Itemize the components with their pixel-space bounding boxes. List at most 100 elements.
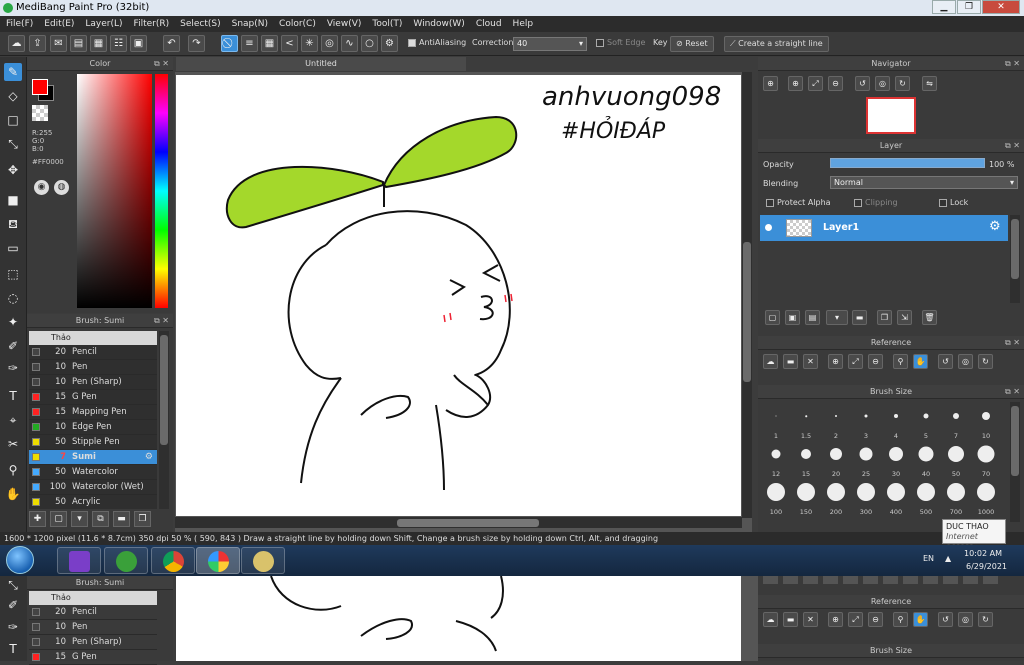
soft-edge-checkbox[interactable] (596, 38, 604, 47)
zoom-out-icon[interactable]: ⊖ (868, 612, 883, 627)
brush-size-option[interactable]: 30 (881, 440, 911, 478)
add-layer-menu-icon[interactable]: ▾ (826, 310, 848, 325)
brush-size-option[interactable]: 1000 (971, 478, 1001, 516)
operation-tool-icon[interactable]: ⌖ (4, 411, 22, 429)
fill-rect-tool-icon[interactable]: ■ (4, 191, 22, 209)
snap-grid-icon[interactable]: ▦ (261, 35, 278, 52)
gear-icon[interactable]: ⚙ (145, 452, 153, 462)
new-file-icon[interactable]: ▤ (70, 35, 87, 52)
brush-size-option[interactable]: 4 (881, 402, 911, 440)
taskbar-chrome[interactable] (151, 547, 195, 574)
copy-brush-icon[interactable]: ⧉ (92, 511, 109, 527)
scroll-thumb[interactable] (160, 335, 168, 445)
hand-icon[interactable]: ✋ (913, 354, 928, 369)
line-tool-icon[interactable]: ⤡ (4, 576, 22, 594)
brush-tool-icon[interactable]: ✎ (4, 63, 22, 81)
new-layer-icon[interactable]: ▢ (765, 310, 780, 325)
snap-perspective-icon[interactable]: < (281, 35, 298, 52)
language-indicator[interactable]: EN (923, 554, 934, 563)
menu-help[interactable]: Help (513, 16, 534, 32)
scroll-thumb[interactable] (397, 519, 539, 527)
brush-size-option[interactable]: 500 (911, 478, 941, 516)
comment-icon[interactable]: ✉ (50, 35, 67, 52)
cloud-icon[interactable]: ☁ (8, 35, 25, 52)
palette-icon[interactable]: ◉ (34, 180, 49, 195)
zoom-in-icon[interactable]: ⊕ (828, 612, 843, 627)
menu-view[interactable]: View(V) (327, 16, 362, 32)
color-picker-icon[interactable]: ◍ (54, 180, 69, 195)
menu-color[interactable]: Color(C) (279, 16, 316, 32)
rotate-reset-icon[interactable]: ◎ (958, 354, 973, 369)
eyedropper-icon[interactable]: ⚲ (893, 354, 908, 369)
gear-icon[interactable]: ⚙ (989, 219, 1001, 234)
list-item[interactable]: 100 Watercolor (Wet) (29, 480, 157, 495)
hue-slider[interactable] (155, 74, 168, 308)
menu-cloud[interactable]: Cloud (476, 16, 502, 32)
fit-icon[interactable]: ⤢ (848, 354, 863, 369)
snap-parallel-icon[interactable]: ≡ (241, 35, 258, 52)
duplicate-icon[interactable]: ❐ (134, 511, 151, 527)
menu-file[interactable]: File(F) (6, 16, 33, 32)
list-item[interactable]: 10 Pen (Sharp) (29, 375, 157, 390)
taskbar-medibang[interactable] (196, 547, 240, 574)
list-item[interactable]: 15 Mapping Pen (29, 405, 157, 420)
lock-checkbox[interactable] (939, 198, 947, 207)
protect-alpha-option[interactable]: Protect Alpha (766, 198, 831, 207)
brush-size-option[interactable]: 40 (911, 440, 941, 478)
list-item[interactable]: 10 Pen (Sharp) (29, 635, 157, 650)
rotate-reset-icon[interactable]: ◎ (875, 76, 890, 91)
list-item-selected[interactable]: 7 Sumi ⚙ (29, 450, 157, 465)
menu-edit[interactable]: Edit(E) (44, 16, 74, 32)
clipping-option[interactable]: Clipping (854, 198, 898, 207)
snap-radial-icon[interactable]: ✳ (301, 35, 318, 52)
open-reference-icon[interactable]: ▬ (783, 612, 798, 627)
menu-layer[interactable]: Layer(L) (85, 16, 122, 32)
popout-icon[interactable]: ⧉ ✕ (154, 314, 169, 328)
scroll-thumb[interactable] (1011, 219, 1019, 279)
select-pen-icon[interactable]: ✐ (4, 337, 22, 355)
list-item[interactable]: 15 G Pen (29, 390, 157, 405)
eyedropper-tool-icon[interactable]: ⚲ (4, 461, 22, 479)
scroll-thumb[interactable] (1011, 406, 1019, 476)
rotate-right-icon[interactable]: ↻ (978, 612, 993, 627)
magic-wand-icon[interactable]: ✦ (4, 313, 22, 331)
move-tool-icon[interactable]: ✥ (4, 161, 22, 179)
popout-icon[interactable]: ⧉ ✕ (1005, 139, 1020, 153)
foreground-color-swatch[interactable] (32, 79, 48, 95)
rotate-left-icon[interactable]: ↺ (855, 76, 870, 91)
brush-size-option[interactable]: 300 (851, 478, 881, 516)
brush-size-option[interactable]: 3 (851, 402, 881, 440)
flip-icon[interactable]: ⇋ (922, 76, 937, 91)
popout-icon[interactable]: ⧉ ✕ (1005, 57, 1020, 71)
settings-icon[interactable]: ☷ (110, 35, 127, 52)
rotate-left-icon[interactable]: ↺ (938, 612, 953, 627)
redo-icon[interactable]: ↷ (188, 35, 205, 52)
rotate-reset-icon[interactable]: ◎ (958, 612, 973, 627)
cloud-reference-icon[interactable]: ☁ (763, 612, 778, 627)
popout-icon[interactable]: ⧉ ✕ (1005, 385, 1020, 399)
zoom-out-icon[interactable]: ⊖ (868, 354, 883, 369)
upload-icon[interactable]: ⇪ (29, 35, 46, 52)
brush-size-option[interactable]: 15 (791, 440, 821, 478)
snap-circle-icon[interactable]: ◎ (321, 35, 338, 52)
canvas-hscrollbar[interactable] (175, 517, 742, 528)
antialiasing-checkbox[interactable] (408, 38, 416, 47)
menu-filter[interactable]: Filter(R) (134, 16, 170, 32)
popout-icon[interactable]: ⧉ ✕ (1005, 336, 1020, 350)
snap-settings-icon[interactable]: ⚙ (381, 35, 398, 52)
chevron-up-icon[interactable]: ▲ (945, 554, 951, 563)
text-tool-icon[interactable]: T (4, 640, 22, 658)
brush-group[interactable]: Thảo (29, 331, 157, 345)
hand-icon[interactable]: ✋ (913, 612, 928, 627)
lock-option[interactable]: Lock (939, 198, 968, 207)
rotate-right-icon[interactable]: ↻ (895, 76, 910, 91)
list-item[interactable]: 10 Edge Pen (29, 420, 157, 435)
menu-window[interactable]: Window(W) (413, 16, 464, 32)
taskbar-app[interactable] (104, 547, 148, 574)
blending-select[interactable]: Normal ▾ (830, 176, 1018, 189)
text-tool-icon[interactable]: T (4, 387, 22, 405)
new-brush-icon[interactable]: ▢ (50, 511, 67, 527)
popout-icon[interactable]: ⧉ ✕ (154, 57, 169, 71)
antialiasing-option[interactable]: AntiAliasing (408, 38, 466, 47)
brush-size-option[interactable]: 20 (821, 440, 851, 478)
